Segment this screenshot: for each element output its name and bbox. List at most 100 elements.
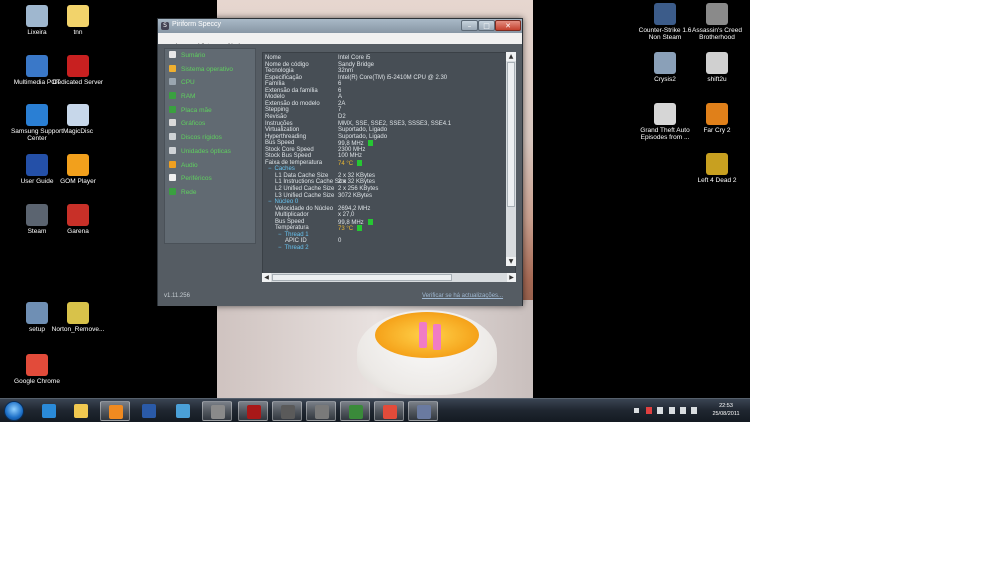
hard-disk-icon xyxy=(169,133,176,141)
network-icon[interactable] xyxy=(669,407,675,414)
check-updates-link[interactable]: Verificar se há actualizações... xyxy=(422,293,503,299)
sidebar-item[interactable]: RAM xyxy=(165,90,255,104)
taskbar-button[interactable] xyxy=(340,401,370,421)
desktop-icon[interactable]: Left 4 Dead 2 xyxy=(686,153,748,184)
horizontal-scroll-thumb[interactable] xyxy=(272,274,452,281)
signal-icon[interactable] xyxy=(680,407,686,414)
taskbar-button[interactable] xyxy=(306,401,336,421)
taskbar-button[interactable] xyxy=(202,401,232,421)
scroll-left-arrow-icon[interactable]: ◀ xyxy=(262,273,271,282)
sidebar-item-label: Placa mãe xyxy=(181,106,212,114)
taskbar-button[interactable] xyxy=(238,401,268,421)
collapse-icon[interactable]: − xyxy=(278,245,282,251)
support-icon xyxy=(26,104,48,126)
sidebar-item[interactable]: CPU xyxy=(165,76,255,90)
sidebar-item[interactable]: Unidades ópticas xyxy=(165,145,255,159)
detail-key-text: Thread 1 xyxy=(284,231,309,238)
sidebar-item[interactable]: Sistema operativo xyxy=(165,63,255,77)
taskbar-button[interactable] xyxy=(374,401,404,421)
vertical-scroll-thumb[interactable] xyxy=(507,62,515,207)
desktop-icon[interactable]: tnn xyxy=(47,5,109,36)
detail-value-text: 6 xyxy=(338,87,342,94)
version-label: v1.11.256 xyxy=(164,293,190,299)
sidebar-item[interactable]: Periféricos xyxy=(165,172,255,186)
scroll-up-arrow-icon[interactable]: ▲ xyxy=(506,52,516,61)
sidebar-item-label: Rede xyxy=(181,188,197,196)
sidebar-item[interactable]: Discos rígidos xyxy=(165,131,255,145)
far-cry-icon xyxy=(706,103,728,125)
detail-key-text: Velocidade do Núcleo xyxy=(275,205,334,212)
detail-value-text: 2300 MHz xyxy=(338,146,366,153)
sidebar-item[interactable]: Rede xyxy=(165,186,255,200)
minimize-button[interactable]: – xyxy=(461,20,478,31)
desktop-icon[interactable]: Google Chrome xyxy=(6,354,68,385)
left-4-dead-icon xyxy=(706,153,728,175)
sidebar-item-label: Periféricos xyxy=(181,175,212,183)
norton-icon xyxy=(67,302,89,324)
detail-key-text: Virtualization xyxy=(265,127,300,134)
audio-icon xyxy=(169,160,176,168)
action-center-flag-icon[interactable] xyxy=(646,407,652,414)
status-indicator-icon xyxy=(367,218,373,225)
collapse-icon[interactable]: − xyxy=(278,232,282,238)
detail-value-text: A xyxy=(338,94,343,101)
maximize-button[interactable]: □ xyxy=(478,20,495,31)
horizontal-scrollbar[interactable]: ◀ ▶ xyxy=(262,273,516,282)
taskbar-button[interactable] xyxy=(100,401,130,421)
desktop-icon-label: MagicDisc xyxy=(63,128,93,135)
desktop-icon-label: Norton_Remove... xyxy=(51,326,105,333)
taskbar-button[interactable] xyxy=(134,401,164,421)
clock-time: 22:53 xyxy=(719,403,733,409)
desktop-icon-label: Far Cry 2 xyxy=(703,127,731,134)
taskbar-button[interactable] xyxy=(272,401,302,421)
cpu-icon xyxy=(169,78,176,86)
tray-app-icon[interactable] xyxy=(657,407,663,414)
desktop-icon[interactable]: Norton_Remove... xyxy=(47,302,109,333)
clock-date: 25/08/2011 xyxy=(712,410,740,417)
volume-icon[interactable] xyxy=(691,407,697,414)
detail-key-text: Nome de código xyxy=(265,61,309,68)
scroll-down-arrow-icon[interactable]: ▼ xyxy=(506,257,516,266)
desktop-icon[interactable]: Far Cry 2 xyxy=(686,103,748,134)
shift-icon xyxy=(706,52,728,74)
desktop-icon[interactable]: GOM Player xyxy=(47,154,109,185)
show-hidden-icons-icon[interactable] xyxy=(634,408,639,413)
detail-key-text: Instruções xyxy=(265,120,293,127)
desktop-icon[interactable]: Assassin's Creed Brotherhood xyxy=(686,3,748,41)
recycle-bin-icon xyxy=(26,5,48,27)
desktop-icon[interactable]: Garena xyxy=(47,204,109,235)
start-button[interactable] xyxy=(4,401,24,421)
desktop-icon[interactable]: Dedicated Server xyxy=(47,55,109,86)
desktop-icon[interactable]: MagicDisc xyxy=(47,104,109,135)
collapse-icon[interactable]: − xyxy=(268,199,272,205)
scroll-right-arrow-icon[interactable]: ▶ xyxy=(507,273,516,282)
taskbar-button[interactable] xyxy=(34,401,64,421)
close-button[interactable]: ✕ xyxy=(495,20,521,31)
steam-icon xyxy=(26,204,48,226)
detail-value-text: 73 °C xyxy=(338,226,354,233)
desktop-icon[interactable]: shift2u xyxy=(686,52,748,83)
detail-value-text: Intel Core i5 xyxy=(338,55,371,61)
sidebar-item-label: Audio xyxy=(181,161,198,169)
sidebar-item[interactable]: Sumário xyxy=(165,49,255,63)
desktop-icon-label: Google Chrome xyxy=(14,378,60,385)
detail-value: Intel(R) Core(TM) i5-2410M CPU @ 2.30 xyxy=(338,75,447,82)
speccy-window[interactable]: S Piriform Speccy – □ ✕ arquivo Vista Aj… xyxy=(157,18,523,306)
speccy-task-icon xyxy=(417,405,431,419)
detail-value-text: MMX, SSE, SSE2, SSE3, SSSE3, SSE4.1 xyxy=(338,120,452,127)
sidebar-item[interactable]: Placa mãe xyxy=(165,104,255,118)
sidebar-item-label: CPU xyxy=(181,79,195,87)
vertical-scrollbar[interactable]: ▲ ▼ xyxy=(506,52,516,266)
sidebar-item[interactable]: Audio xyxy=(165,159,255,173)
taskbar-button[interactable] xyxy=(66,401,96,421)
clock[interactable]: 22:53 25/08/2011 xyxy=(706,403,746,418)
taskbar-button[interactable] xyxy=(168,401,198,421)
collapse-icon[interactable]: − xyxy=(268,166,272,172)
sidebar-item[interactable]: Gráficos xyxy=(165,117,255,131)
desktop-icon-label: tnn xyxy=(73,29,83,36)
title-bar[interactable]: S Piriform Speccy – □ ✕ xyxy=(158,19,522,33)
game-task-icon xyxy=(315,405,329,419)
detail-key-text: APIC ID xyxy=(285,238,307,245)
taskbar-button[interactable] xyxy=(408,401,438,421)
desktop: Lixeira tnn Multimedia POT Dedicated Server… xyxy=(0,0,750,422)
